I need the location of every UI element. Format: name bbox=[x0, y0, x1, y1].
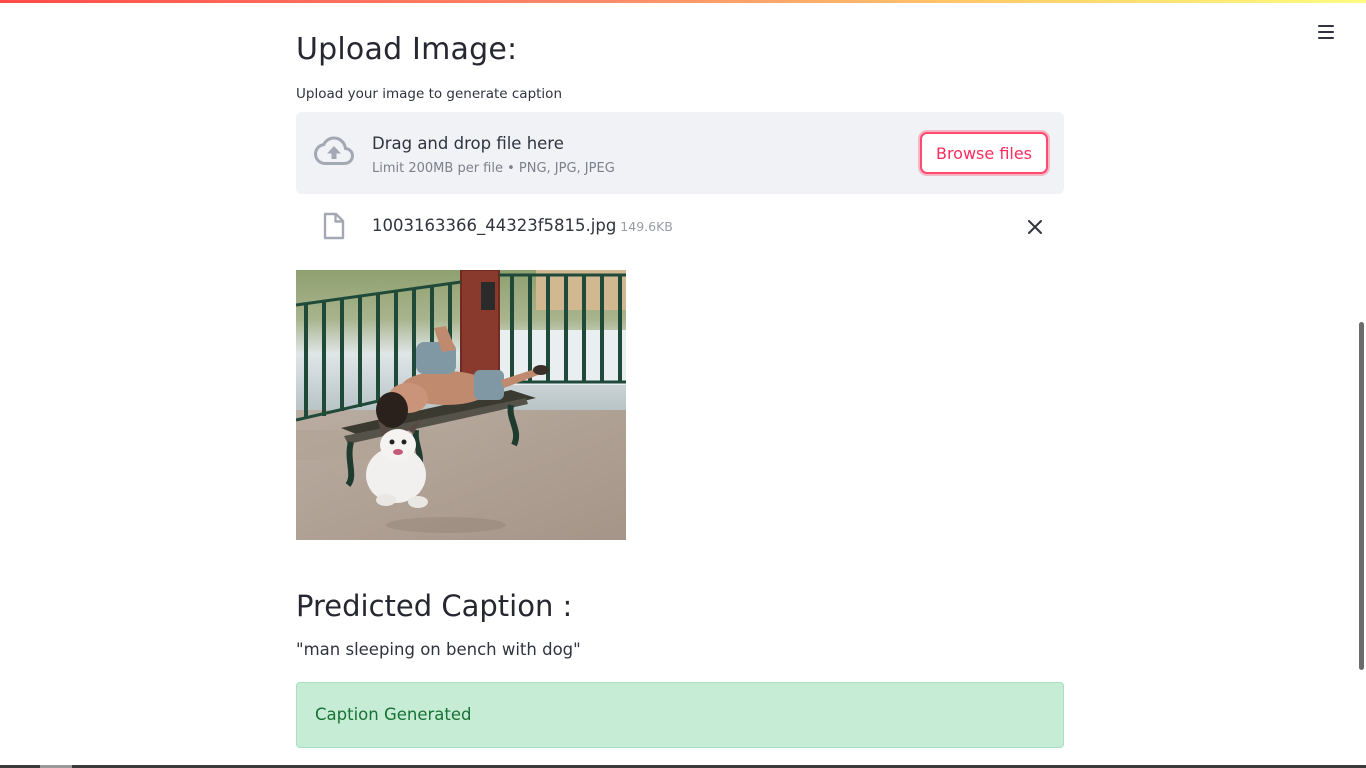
main-menu-button[interactable] bbox=[1316, 22, 1336, 42]
hamburger-menu-icon-line bbox=[1318, 37, 1334, 39]
upload-heading: Upload Image: bbox=[296, 32, 518, 67]
uploaded-file-item: 1003163366_44323f5815.jpg 149.6KB bbox=[296, 208, 1064, 248]
browse-files-button[interactable]: Browse files bbox=[920, 132, 1048, 174]
hamburger-menu-icon-line bbox=[1318, 31, 1334, 33]
predicted-caption-heading: Predicted Caption : bbox=[296, 589, 573, 623]
file-name-text: 1003163366_44323f5815.jpg bbox=[372, 216, 617, 235]
dropzone-file-limit: Limit 200MB per file • PNG, JPG, JPEG bbox=[372, 161, 615, 176]
cloud-upload-icon bbox=[314, 136, 354, 165]
page-scrollbar[interactable] bbox=[1356, 0, 1366, 768]
header-decoration-bar bbox=[0, 0, 1366, 3]
file-uploader-label: Upload your image to generate caption bbox=[296, 86, 562, 102]
uploaded-file-name: 1003163366_44323f5815.jpg 149.6KB bbox=[372, 216, 673, 235]
close-icon[interactable] bbox=[1026, 218, 1044, 236]
success-alert: Caption Generated bbox=[296, 682, 1064, 748]
file-size: 149.6KB bbox=[620, 219, 673, 234]
uploaded-image-preview bbox=[296, 270, 626, 540]
scrollbar-thumb[interactable] bbox=[1359, 322, 1364, 670]
predicted-caption-text: "man sleeping on bench with dog" bbox=[296, 640, 581, 659]
hamburger-menu-icon bbox=[1318, 25, 1334, 27]
file-icon bbox=[323, 212, 345, 240]
success-alert-text: Caption Generated bbox=[315, 705, 472, 724]
dropzone-instructions: Drag and drop file here bbox=[372, 134, 564, 153]
file-dropzone[interactable]: Drag and drop file here Limit 200MB per … bbox=[296, 112, 1064, 194]
